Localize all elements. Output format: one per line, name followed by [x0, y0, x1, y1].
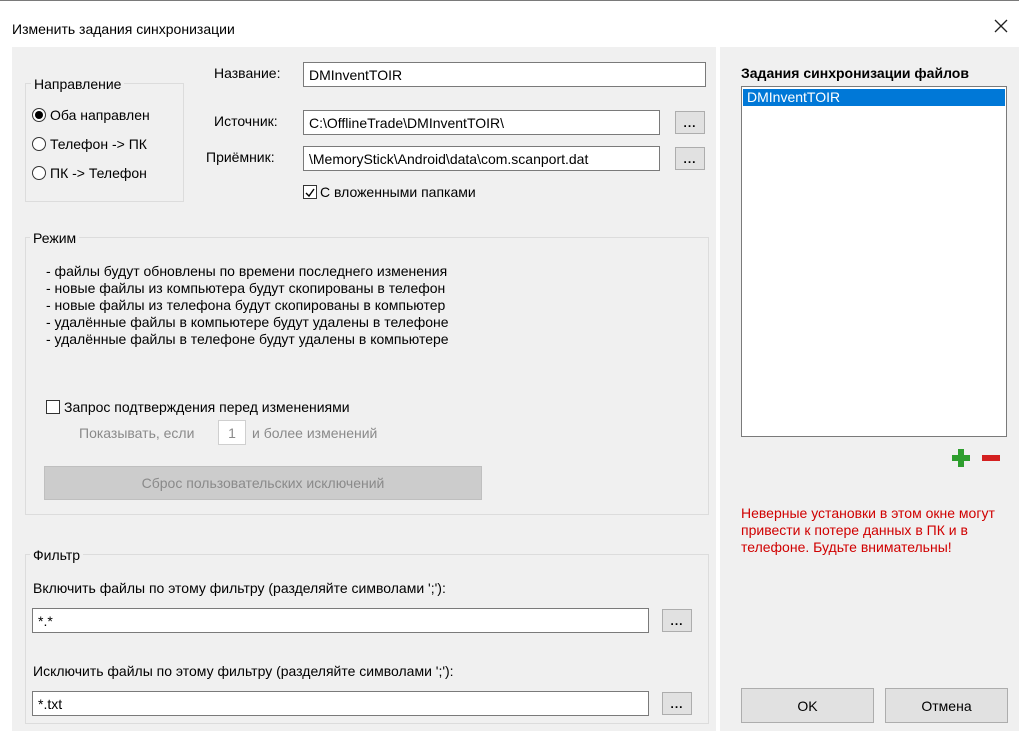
direction-group-label: Направление [31, 76, 125, 92]
radio-label: Телефон -> ПК [50, 136, 147, 152]
include-filter-browse-button[interactable]: ... [662, 609, 692, 632]
radio-indicator[interactable] [32, 108, 46, 122]
mode-line: - новые файлы из компьютера будут скопир… [46, 280, 446, 296]
mode-line: - файлы будут обновлены по времени после… [46, 263, 448, 279]
close-icon[interactable] [990, 15, 1012, 37]
target-browse-button[interactable]: ... [675, 147, 705, 170]
radio-both-directions[interactable]: Оба направлен [32, 107, 150, 123]
mode-line: - новые файлы из телефона будут скопиров… [46, 297, 446, 313]
mode-group-label: Режим [30, 230, 80, 246]
exclude-filter-browse-button[interactable]: ... [662, 692, 692, 715]
tasks-list[interactable]: DMInventTOIR [741, 86, 1007, 437]
radio-indicator[interactable] [32, 137, 46, 151]
window-title: Изменить задания синхронизации [12, 21, 235, 37]
reset-exclusions-button[interactable]: Сброс пользовательских исключений [44, 466, 482, 500]
exclude-filter-label: Исключить файлы по этому фильтру (раздел… [33, 663, 454, 679]
mode-line: - удалённые файлы в телефоне будут удале… [46, 331, 449, 347]
target-label: Приёмник: [206, 149, 275, 165]
filter-group-label: Фильтр [30, 547, 84, 563]
radio-phone-to-pc[interactable]: Телефон -> ПК [32, 136, 147, 152]
name-input[interactable]: DMInventTOIR [303, 62, 706, 87]
radio-label: ПК -> Телефон [50, 165, 147, 181]
list-item[interactable]: DMInventTOIR [743, 89, 1005, 106]
cancel-button[interactable]: Отмена [885, 688, 1008, 723]
include-filter-label: Включить файлы по этому фильтру (разделя… [33, 580, 446, 596]
tasks-heading: Задания синхронизации файлов [741, 65, 969, 81]
checkbox-box[interactable] [303, 185, 317, 199]
source-label: Источник: [214, 113, 278, 129]
check-icon [305, 188, 315, 198]
ok-button[interactable]: OK [741, 688, 874, 723]
exclude-filter-input[interactable]: *.txt [32, 691, 649, 716]
more-changes-label: и более изменений [252, 425, 378, 441]
source-browse-button[interactable]: ... [675, 111, 705, 134]
name-label: Название: [214, 65, 281, 81]
warning-text: Неверные установки в этом окне могут при… [741, 505, 995, 555]
radio-pc-to-phone[interactable]: ПК -> Телефон [32, 165, 147, 181]
confirm-label: Запрос подтверждения перед изменениями [64, 399, 350, 415]
window-top-border [0, 0, 1019, 1]
plus-icon[interactable] [950, 447, 972, 469]
source-input[interactable]: C:\OfflineTrade\DMInventTOIR\ [303, 110, 660, 135]
radio-label: Оба направлен [50, 107, 150, 123]
minus-icon[interactable] [980, 447, 1002, 469]
include-filter-input[interactable]: *.* [32, 608, 649, 633]
subfolders-label: С вложенными папками [320, 184, 476, 200]
target-input[interactable]: \MemoryStick\Android\data\com.scanport.d… [303, 146, 660, 171]
checkbox-box[interactable] [46, 400, 60, 414]
radio-indicator[interactable] [32, 166, 46, 180]
subfolders-checkbox[interactable]: С вложенными папками [303, 184, 476, 200]
show-if-label: Показывать, если [79, 425, 195, 441]
confirm-checkbox[interactable]: Запрос подтверждения перед изменениями [46, 399, 350, 415]
mode-line: - удалённые файлы в компьютере будут уда… [46, 314, 449, 330]
changes-count-input[interactable]: 1 [218, 420, 246, 445]
